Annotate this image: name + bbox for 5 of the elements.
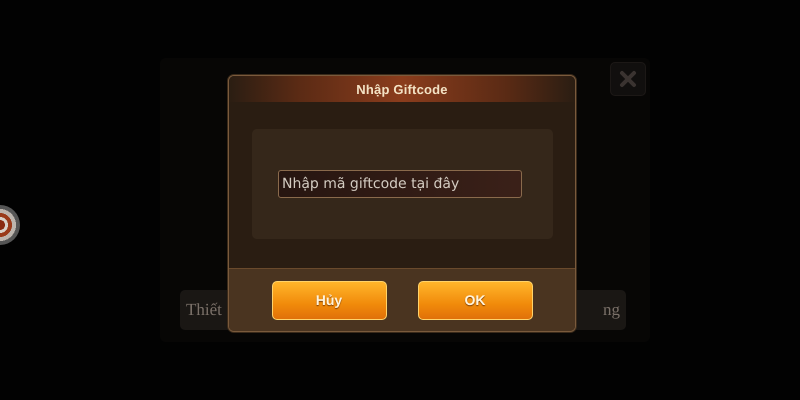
dialog-button[interactable]: Hủy (272, 280, 386, 320)
dialog-title: Nhập Giftcode (356, 82, 448, 96)
close-icon (618, 69, 638, 89)
giftcode-field[interactable]: Nhập mã giftcode tại đây (278, 170, 522, 198)
dialog-button[interactable]: OK (418, 280, 532, 320)
